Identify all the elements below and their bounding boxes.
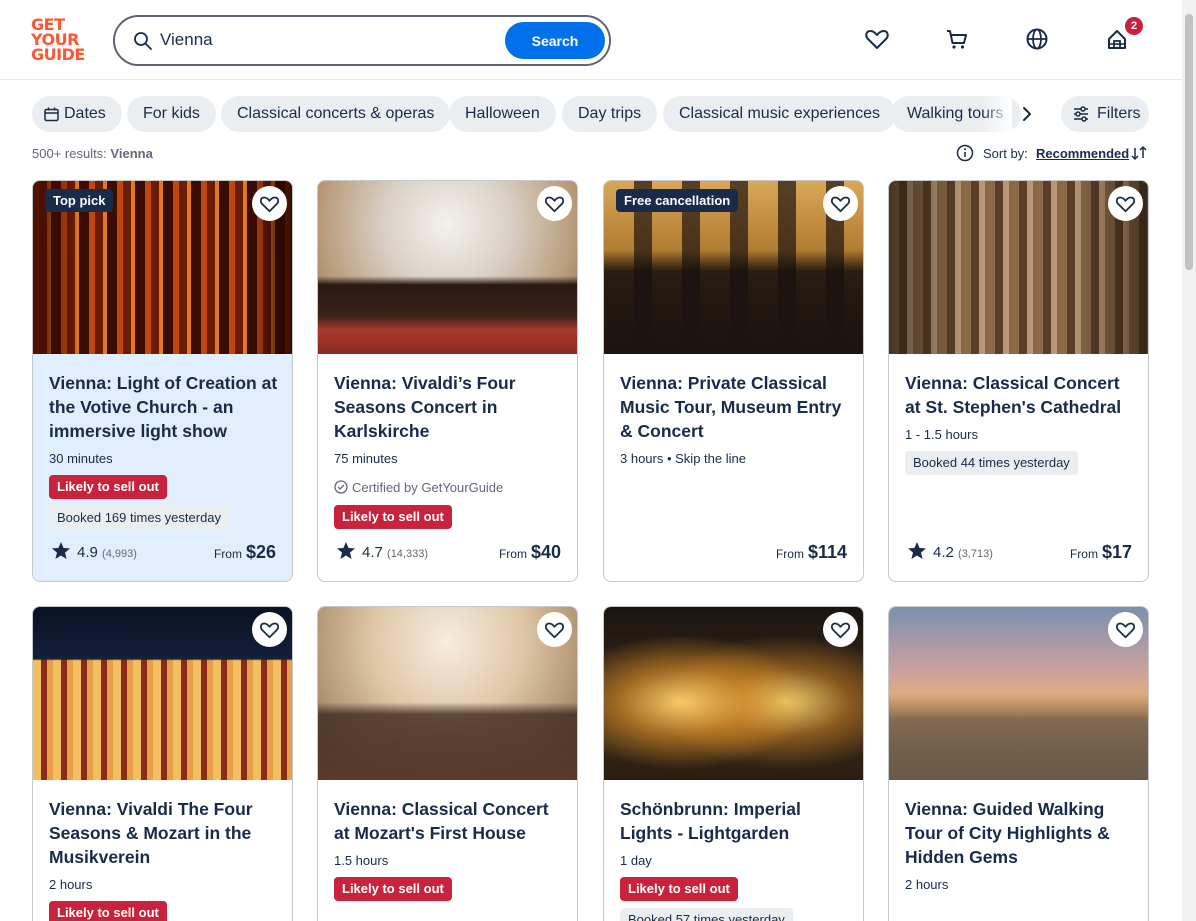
- wishlist-button[interactable]: [823, 186, 858, 221]
- scrollbar-thumb[interactable]: [1185, 14, 1193, 270]
- wishlist-button[interactable]: [1108, 612, 1143, 647]
- sell-out-badge: Likely to sell out: [334, 877, 452, 901]
- heart-icon: [259, 196, 280, 213]
- sell-out-badge: Likely to sell out: [49, 901, 167, 921]
- chip-dates[interactable]: Dates: [32, 96, 122, 132]
- chip-classical-concerts[interactable]: Classical concerts & operas: [221, 96, 451, 132]
- top-pick-tag: Top pick: [45, 189, 114, 212]
- sort-label: Sort by:: [983, 146, 1028, 161]
- certified-icon: [334, 480, 348, 494]
- search-icon: [134, 32, 152, 50]
- activity-price: From $40: [498, 542, 561, 562]
- sell-out-badge: Likely to sell out: [334, 505, 452, 529]
- activity-title[interactable]: Vienna: Private Classical Music Tour, Mu…: [620, 371, 852, 443]
- chip-halloween[interactable]: Halloween: [449, 96, 556, 132]
- search-bar: Search: [113, 15, 611, 66]
- activity-title[interactable]: Vienna: Vivaldi’s Four Seasons Concert i…: [334, 371, 566, 443]
- wishlist-button[interactable]: [823, 612, 858, 647]
- activity-rating: 4.2 (3,713): [907, 541, 993, 565]
- activity-title[interactable]: Vienna: Guided Walking Tour of City High…: [905, 797, 1137, 869]
- activity-title[interactable]: Vienna: Classical Concert at Mozart's Fi…: [334, 797, 566, 845]
- star-icon: [908, 542, 926, 559]
- heart-icon: [830, 196, 851, 213]
- activity-card[interactable]: Vienna: Guided Walking Tour of City High…: [888, 606, 1149, 921]
- activity-duration: 2 hours: [49, 877, 93, 892]
- chips-fade: [982, 96, 1012, 132]
- certified-label: Certified by GetYourGuide: [334, 480, 503, 495]
- filters-button[interactable]: Filters: [1061, 96, 1149, 132]
- activity-duration: 30 minutes: [49, 451, 113, 466]
- calendar-icon: [44, 107, 59, 122]
- sort-value[interactable]: Recommended: [1036, 145, 1129, 163]
- search-button[interactable]: Search: [505, 22, 605, 59]
- search-input[interactable]: [160, 25, 500, 55]
- activity-card[interactable]: Free cancellation Vienna: Private Classi…: [603, 180, 864, 582]
- getyourguide-logo[interactable]: GET YOUR GUIDE: [31, 17, 91, 63]
- activity-card[interactable]: Vienna: Vivaldi The Four Seasons & Mozar…: [32, 606, 293, 921]
- free-cancellation-tag: Free cancellation: [616, 189, 739, 212]
- chevron-right-icon[interactable]: [1017, 104, 1037, 124]
- chip-classical-music[interactable]: Classical music experiences: [663, 96, 896, 132]
- sort-arrows-icon[interactable]: [1130, 144, 1148, 162]
- activity-rating: 4.7 (14,333): [336, 541, 428, 565]
- filters-icon: [1074, 106, 1088, 122]
- activity-duration: 1 day: [620, 853, 652, 868]
- globe-icon[interactable]: [1024, 26, 1050, 52]
- heart-icon: [544, 622, 565, 639]
- activity-card[interactable]: Vienna: Classical Concert at Mozart's Fi…: [317, 606, 578, 921]
- heart-icon: [1115, 196, 1136, 213]
- activity-price: From $17: [1069, 542, 1132, 562]
- activity-duration: 1.5 hours: [334, 853, 389, 868]
- chip-day-trips[interactable]: Day trips: [562, 96, 658, 132]
- heart-icon: [1115, 622, 1136, 639]
- sell-out-badge: Likely to sell out: [620, 877, 738, 901]
- activity-title[interactable]: Schönbrunn: Imperial Lights - Lightgarde…: [620, 797, 852, 845]
- activity-duration: 1 - 1.5 hours: [905, 427, 978, 442]
- activity-price: From $114: [775, 542, 847, 562]
- activity-title[interactable]: Vienna: Light of Creation at the Votive …: [49, 371, 281, 443]
- wishlist-button[interactable]: [252, 612, 287, 647]
- wishlist-button[interactable]: [537, 186, 572, 221]
- heart-icon: [544, 196, 565, 213]
- activity-price: From $26: [213, 542, 276, 562]
- booked-badge: Booked 44 times yesterday: [905, 451, 1078, 475]
- top-header: GET YOUR GUIDE Search 2: [0, 0, 1182, 80]
- heart-icon[interactable]: [864, 26, 890, 52]
- cart-icon[interactable]: [944, 26, 970, 52]
- heart-icon: [830, 622, 851, 639]
- activity-title[interactable]: Vienna: Classical Concert at St. Stephen…: [905, 371, 1137, 419]
- booked-badge: Booked 57 times yesterday: [620, 908, 793, 921]
- activity-card[interactable]: Schönbrunn: Imperial Lights - Lightgarde…: [603, 606, 864, 921]
- wishlist-button[interactable]: [537, 612, 572, 647]
- heart-icon: [259, 622, 280, 639]
- cart-badge: 2: [1125, 17, 1143, 35]
- activity-duration: 75 minutes: [334, 451, 398, 466]
- wishlist-button[interactable]: [1108, 186, 1143, 221]
- results-summary: 500+ results: Vienna: [32, 146, 153, 161]
- activity-card[interactable]: Top pick Vienna: Light of Creation at th…: [32, 180, 293, 582]
- wishlist-button[interactable]: [252, 186, 287, 221]
- star-icon: [52, 542, 70, 559]
- chip-for-kids[interactable]: For kids: [127, 96, 216, 132]
- booked-badge: Booked 169 times yesterday: [49, 506, 230, 530]
- activity-title[interactable]: Vienna: Vivaldi The Four Seasons & Mozar…: [49, 797, 281, 869]
- star-icon: [337, 542, 355, 559]
- page-scrollbar[interactable]: [1182, 0, 1196, 921]
- activity-duration: 3 hours • Skip the line: [620, 451, 746, 466]
- category-chips: Dates For kids Classical concerts & oper…: [32, 96, 1150, 132]
- activity-rating: 4.9 (4,993): [51, 541, 137, 565]
- sell-out-badge: Likely to sell out: [49, 475, 167, 499]
- info-icon[interactable]: [956, 144, 974, 162]
- activity-card[interactable]: Vienna: Vivaldi’s Four Seasons Concert i…: [317, 180, 578, 582]
- activity-duration: 2 hours: [905, 877, 949, 892]
- activity-card[interactable]: Vienna: Classical Concert at St. Stephen…: [888, 180, 1149, 582]
